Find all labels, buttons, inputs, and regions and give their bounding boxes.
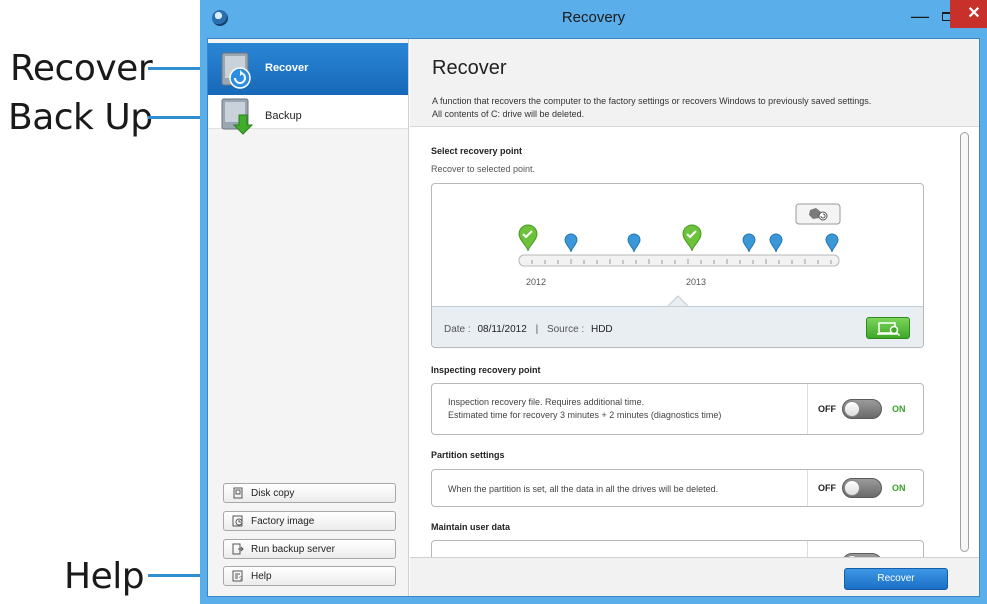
select-recovery-point-title: Select recovery point xyxy=(431,146,523,156)
recovery-point-pin-2[interactable] xyxy=(564,233,578,253)
settings-scroll-area[interactable]: Select recovery point Recover to selecte… xyxy=(410,128,979,557)
callout-recover: Recover xyxy=(10,48,153,89)
timeline-svg: 2012 2013 xyxy=(518,203,841,306)
sidebar-item-recover[interactable]: Recover xyxy=(208,43,408,95)
factory-image-icon xyxy=(232,515,243,527)
disk-copy-icon xyxy=(233,487,243,499)
select-recovery-point-subtitle: Recover to selected point. xyxy=(431,164,536,174)
recovery-window: Recovery — ✕ Recover Backup Disk copy Fa… xyxy=(200,0,987,604)
page-title: Recover xyxy=(432,57,507,79)
window-title: Recovery xyxy=(561,9,626,26)
inspecting-on-label: ON xyxy=(892,404,906,414)
title-bar[interactable]: Recovery — ✕ xyxy=(200,0,987,37)
close-button[interactable]: ✕ xyxy=(950,0,987,28)
maintain-option xyxy=(431,540,924,557)
inspecting-toggle[interactable] xyxy=(842,399,882,419)
disk-copy-button[interactable]: Disk copy xyxy=(223,483,396,503)
partition-on-label: ON xyxy=(892,483,906,493)
partition-title: Partition settings xyxy=(431,450,505,460)
recovery-point-pin-6[interactable] xyxy=(769,233,783,253)
recover-button[interactable]: Recover xyxy=(844,568,948,590)
help-icon: ? xyxy=(232,570,243,582)
selection-pointer xyxy=(667,295,689,306)
callout-backup: Back Up xyxy=(8,97,153,138)
partition-off-label: OFF xyxy=(818,483,836,493)
sidebar-item-backup[interactable]: Backup xyxy=(208,95,408,135)
window-client: Recover Backup Disk copy Factory image R… xyxy=(207,38,980,597)
recovery-point-pin-3[interactable] xyxy=(627,233,641,253)
date-label: Date : xyxy=(444,324,471,335)
recover-disk-icon xyxy=(221,52,251,89)
source-label: Source : xyxy=(546,324,585,335)
recovery-point-pin-1[interactable] xyxy=(518,224,538,252)
option-divider xyxy=(807,384,808,434)
factory-image-button[interactable]: Factory image xyxy=(223,511,396,531)
timeline-ruler xyxy=(518,254,840,267)
refresh-points-button[interactable] xyxy=(795,203,841,225)
main-panel: Recover A function that recovers the com… xyxy=(410,39,979,596)
main-header: Recover A function that recovers the com… xyxy=(410,39,979,127)
inspect-laptop-icon xyxy=(877,322,901,337)
recovery-point-details: Date : 08/11/2012 | Source : HDD xyxy=(432,306,923,347)
help-label: Help xyxy=(251,571,272,582)
inspecting-description: Inspection recovery file. Requires addit… xyxy=(448,396,721,422)
recovery-point-info: Date : 08/11/2012 | Source : HDD xyxy=(444,324,613,335)
disk-copy-label: Disk copy xyxy=(251,488,295,499)
sidebar-item-label: Backup xyxy=(265,110,302,122)
description-line-1: A function that recovers the computer to… xyxy=(432,96,872,106)
recovery-point-timeline: 2012 2013 Date : 08/11/2012 | Source : H… xyxy=(431,183,924,348)
sidebar: Recover Backup Disk copy Factory image R… xyxy=(208,39,409,596)
recovery-point-pin-5[interactable] xyxy=(742,233,756,253)
year-label-2012: 2012 xyxy=(526,277,546,287)
toggle-knob xyxy=(844,480,860,496)
date-value: 08/11/2012 xyxy=(477,324,527,335)
main-footer: Recover xyxy=(410,557,979,596)
callout-help: Help xyxy=(64,556,145,597)
inspecting-line-1: Inspection recovery file. Requires addit… xyxy=(448,397,645,407)
inspecting-option: Inspection recovery file. Requires addit… xyxy=(431,383,924,435)
vertical-scrollbar[interactable] xyxy=(960,132,969,552)
inspecting-off-label: OFF xyxy=(818,404,836,414)
minimize-button[interactable]: — xyxy=(907,6,933,36)
recovery-point-pin-4[interactable] xyxy=(682,224,702,252)
inspecting-title: Inspecting recovery point xyxy=(431,365,541,375)
inspecting-line-2: Estimated time for recovery 3 minutes + … xyxy=(448,410,722,420)
partition-option: When the partition is set, all the data … xyxy=(431,469,924,507)
toggle-knob xyxy=(844,401,860,417)
backup-server-icon xyxy=(232,543,244,555)
page-description: A function that recovers the computer to… xyxy=(432,95,972,121)
recovery-point-pin-7[interactable] xyxy=(825,233,839,253)
backup-disk-icon xyxy=(221,98,254,135)
partition-toggle[interactable] xyxy=(842,478,882,498)
source-value: HDD xyxy=(590,324,613,335)
description-line-2: All contents of C: drive will be deleted… xyxy=(432,109,585,119)
run-backup-server-button[interactable]: Run backup server xyxy=(223,539,396,559)
option-divider xyxy=(807,541,808,557)
factory-image-label: Factory image xyxy=(251,516,315,527)
partition-description: When the partition is set, all the data … xyxy=(448,484,719,494)
sidebar-item-label: Recover xyxy=(265,62,309,74)
year-label-2013: 2013 xyxy=(686,277,706,287)
inspect-point-button[interactable] xyxy=(866,317,910,339)
info-separator: | xyxy=(535,324,539,335)
run-backup-server-label: Run backup server xyxy=(251,544,335,555)
help-button[interactable]: ? Help xyxy=(223,566,396,586)
maintain-title: Maintain user data xyxy=(431,522,511,532)
option-divider xyxy=(807,470,808,506)
